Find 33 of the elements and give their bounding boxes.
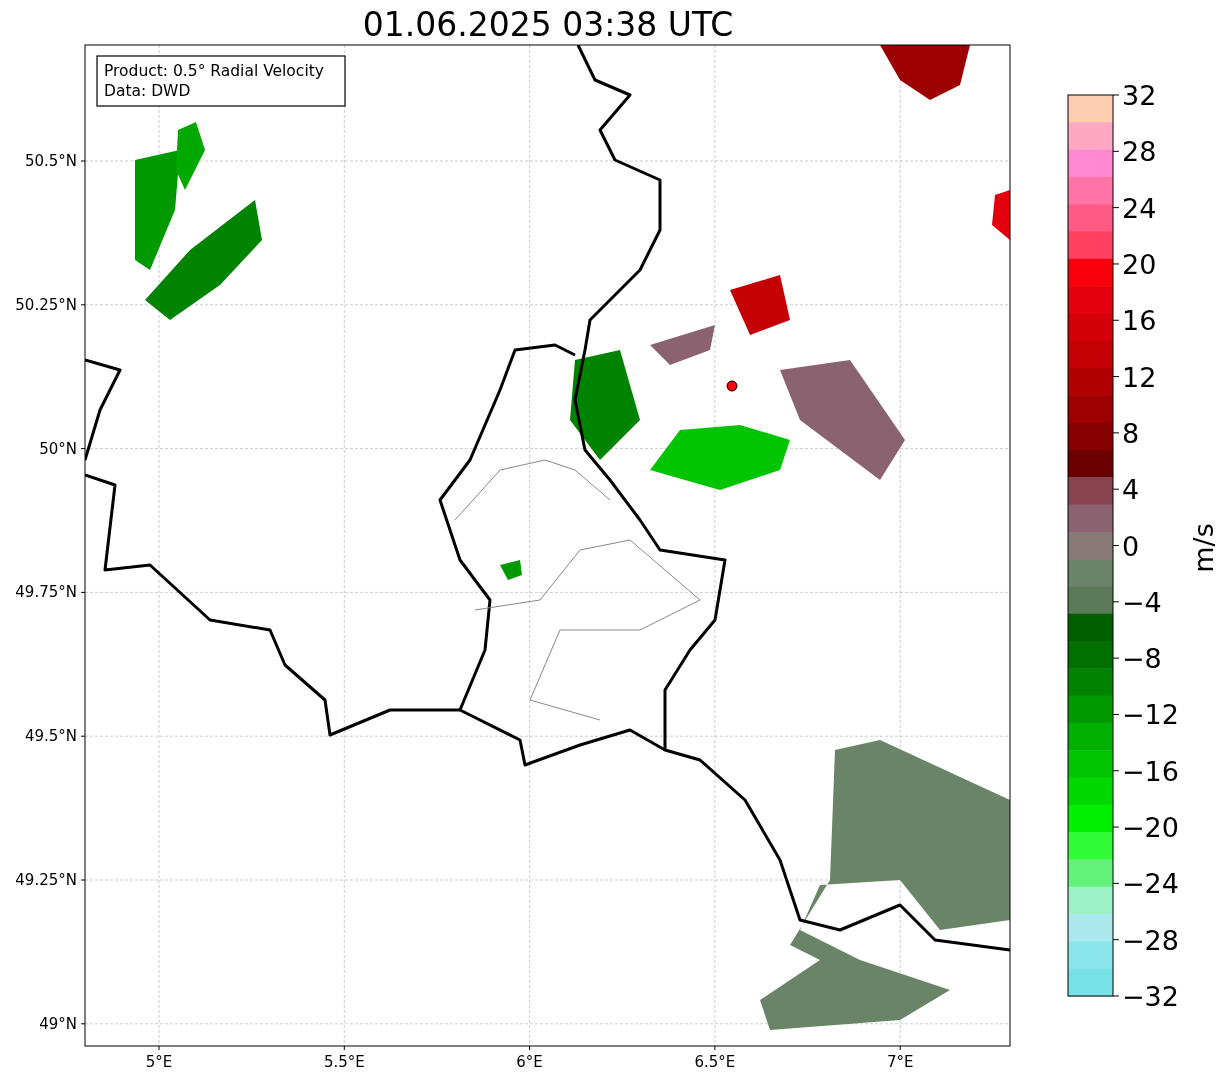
colorbar-tick-label: −24 [1122, 868, 1179, 900]
colorbar-tick-label: −12 [1122, 699, 1179, 731]
colorbar-tick-label: 28 [1122, 136, 1157, 168]
info-text: Product: 0.5° Radial Velocity [104, 62, 324, 80]
colorbar-tick-label: −20 [1122, 812, 1179, 844]
colorbar-tick-label: −8 [1122, 643, 1162, 675]
x-axis-tick-label: 6.5°E [694, 1053, 736, 1071]
y-axis-tick-label: 50.25°N [15, 295, 77, 314]
colorbar-tick-label: 24 [1122, 192, 1157, 224]
colorbar-tick-label: 4 [1122, 474, 1140, 506]
colorbar-tick-label: −16 [1122, 755, 1179, 787]
colorbar-tick-label: −28 [1122, 924, 1179, 956]
x-axis-tick-label: 5°E [145, 1053, 173, 1071]
colorbar-tick-label: 32 [1122, 80, 1157, 111]
colorbar-tick-label: 8 [1122, 417, 1140, 449]
y-axis-tick-label: 50.5°N [24, 152, 77, 170]
x-axis-tick-label: 5.5°E [323, 1053, 365, 1071]
colorbar-tick-label: 16 [1122, 305, 1157, 337]
y-axis-tick-label: 49.75°N [15, 583, 77, 602]
x-axis-tick-label: 7°E [886, 1053, 914, 1071]
colorbar-label: m/s [1188, 523, 1219, 573]
colorbar-tick-label: 0 [1122, 530, 1140, 562]
y-axis-tick-label: 49°N [39, 1014, 77, 1033]
info-text: Data: DWD [104, 82, 191, 100]
chart-title: 01.06.2025 03:38 UTC [362, 5, 734, 44]
y-axis-tick-label: 49.5°N [24, 727, 77, 746]
colorbar-tick-label: −32 [1122, 981, 1179, 1012]
colorbar-tick-label: 20 [1122, 248, 1157, 280]
x-axis-tick-label: 6°E [516, 1053, 543, 1071]
colorbar-tick-label: 12 [1122, 361, 1157, 393]
y-axis-tick-label: 50°N [39, 439, 77, 458]
y-axis-tick-label: 49.25°N [15, 871, 77, 889]
colorbar-tick-label: −4 [1122, 586, 1162, 618]
